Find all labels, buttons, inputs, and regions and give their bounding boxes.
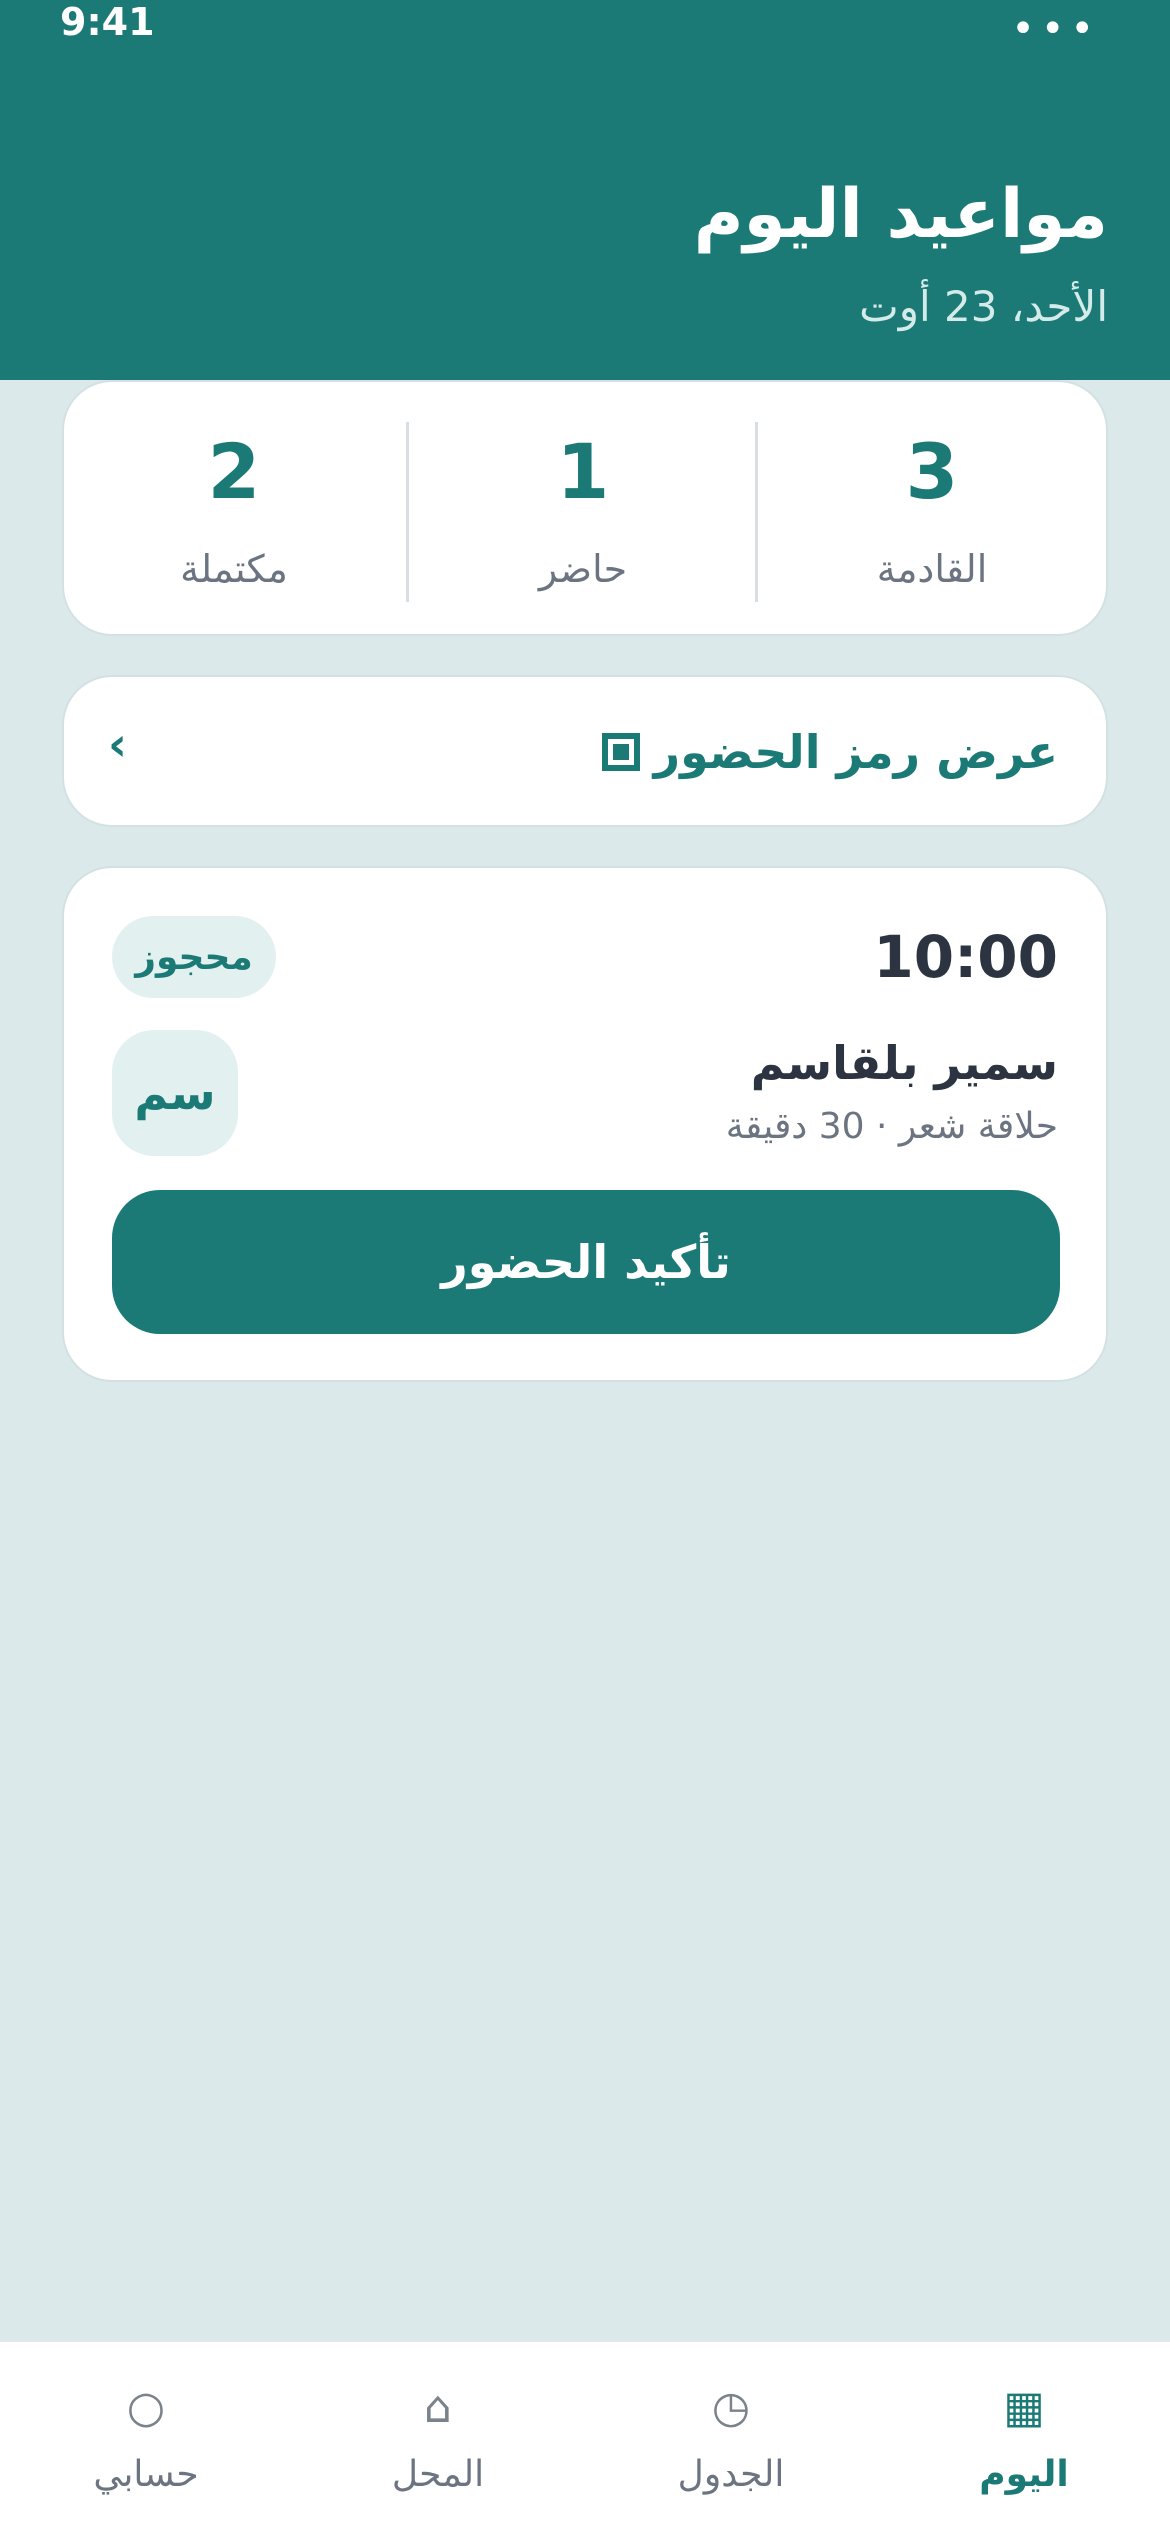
calendar-grid-icon: ▦ <box>1003 2382 1045 2433</box>
stat-label: القادمة <box>876 547 988 591</box>
qr-row: عرض رمز الحضور <box>601 725 1058 779</box>
confirm-attendance-button[interactable]: تأكيد الحضور <box>112 1190 1060 1334</box>
service-details: حلاقة شعر · 30 دقيقة <box>725 1106 1058 1147</box>
status-badge: محجوز <box>112 916 276 998</box>
stat-upcoming[interactable]: 3 القادمة <box>758 382 1106 638</box>
status-bar: 9:41 ••• <box>0 0 1170 52</box>
status-time: 9:41 <box>60 0 155 44</box>
stats-card: 3 القادمة 1 حاضر 2 مكتملة <box>62 380 1108 636</box>
tab-label: اليوم <box>979 2454 1069 2495</box>
home-icon: ⌂ <box>424 2382 452 2433</box>
appointment-time: 10:00 <box>873 923 1058 991</box>
more-options-icon[interactable]: ••• <box>1011 6 1100 52</box>
tab-shop[interactable]: ⌂ المحل <box>292 2342 584 2532</box>
appointment-card[interactable]: 10:00 محجوز سمير بلقاسم حلاقة شعر · 30 د… <box>62 866 1108 1382</box>
tab-today[interactable]: ▦ اليوم <box>878 2342 1170 2532</box>
qr-code-icon <box>601 733 640 771</box>
chevron-left-icon: ‹ <box>108 717 127 771</box>
tab-bar: ▦ اليوم ◷ الجدول ⌂ المحل ○ حسابي <box>0 2340 1170 2532</box>
tab-label: حسابي <box>93 2454 199 2495</box>
stat-value: 2 <box>207 427 261 516</box>
page-title: مواعيد اليوم <box>693 175 1108 254</box>
stat-value: 1 <box>556 427 610 516</box>
tab-schedule[interactable]: ◷ الجدول <box>585 2342 877 2532</box>
stat-present[interactable]: 1 حاضر <box>409 382 757 638</box>
tab-account[interactable]: ○ حسابي <box>0 2342 292 2532</box>
client-name: سمير بلقاسم <box>750 1036 1058 1090</box>
tab-label: المحل <box>391 2454 485 2495</box>
stat-label: مكتملة <box>180 547 288 591</box>
qr-label: عرض رمز الحضور <box>653 725 1058 779</box>
stat-completed[interactable]: 2 مكتملة <box>60 382 408 638</box>
tab-label: الجدول <box>677 2454 785 2495</box>
page-date: الأحد، 23 أوت <box>859 282 1108 331</box>
avatar: سم <box>112 1030 238 1156</box>
show-attendance-code-button[interactable]: عرض رمز الحضور ‹ <box>62 675 1108 827</box>
stat-label: حاضر <box>538 547 628 591</box>
stat-value: 3 <box>905 427 959 516</box>
header: 9:41 ••• مواعيد اليوم الأحد، 23 أوت <box>0 0 1170 380</box>
profile-icon: ○ <box>126 2382 166 2433</box>
clock-icon: ◷ <box>711 2382 751 2433</box>
